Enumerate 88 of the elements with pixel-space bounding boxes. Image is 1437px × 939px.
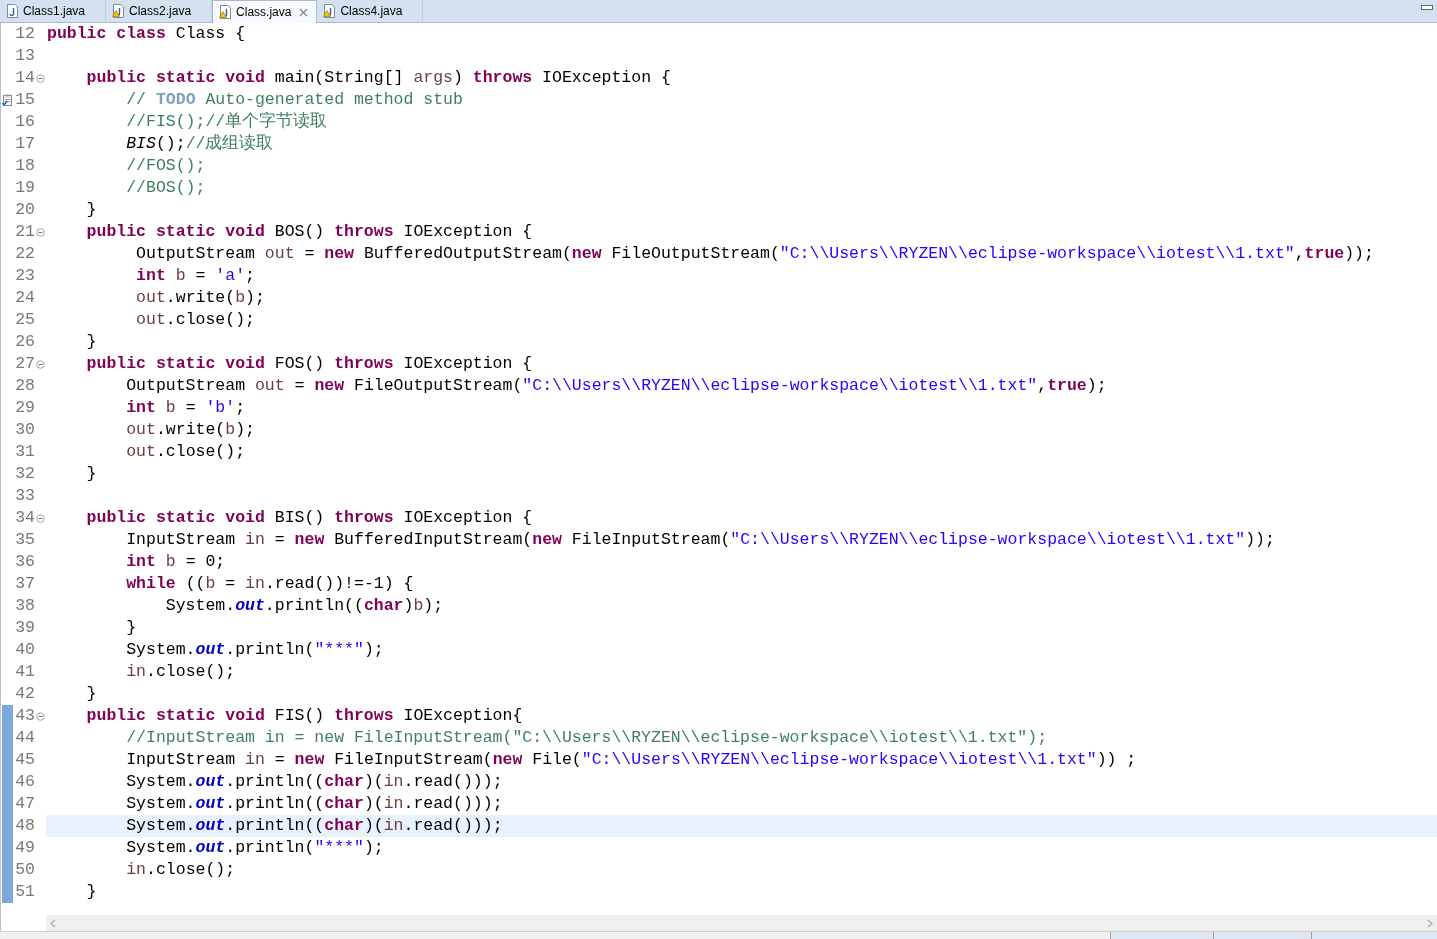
code-line: public static void BIS() throws IOException { <box>85 507 534 529</box>
code-line: BIS();//成组读取 <box>125 133 275 155</box>
line-number: 51 <box>14 881 35 903</box>
code-line: public static void BOS() throws IOException { <box>85 221 534 243</box>
editor-tab[interactable]: Class1.java <box>0 0 107 22</box>
code-line: OutputStream out = new BufferedOutputStream(new FileOutputStream("C:\\Users\\RYZEN\\eclipse-workspace\\iotest\\1.txt",true)); <box>135 243 1375 265</box>
code-line: in.close(); <box>125 859 237 881</box>
code-line: int b = 'b'; <box>125 397 247 419</box>
code-line: out.close(); <box>135 309 256 331</box>
code-line: } <box>85 683 98 705</box>
line-number: 32 <box>14 463 35 485</box>
collapse-icon[interactable] <box>36 513 45 523</box>
line-number: 26 <box>14 331 35 353</box>
collapse-icon[interactable] <box>36 711 45 721</box>
editor-tab[interactable]: Class.java <box>212 0 318 23</box>
line-number: 49 <box>14 837 35 859</box>
line-number: 24 <box>14 287 35 309</box>
minimize-button[interactable] <box>1421 5 1433 10</box>
code-line: int b = 'a'; <box>135 265 256 287</box>
code-line: //FOS(); <box>125 155 207 177</box>
code-line: System.out.println((char)(in.read())); <box>125 771 504 793</box>
line-number: 23 <box>14 265 35 287</box>
code-line: //InputStream in = new FileInputStream("C:\\Users\\RYZEN\\eclipse-workspace\\iotest\\1.txt"); <box>125 727 1049 749</box>
line-number: 30 <box>14 419 35 441</box>
line-number: 31 <box>14 441 35 463</box>
code-line: System.out.println((char)b); <box>164 595 445 617</box>
line-number: 34 <box>14 507 35 529</box>
line-number: 16 <box>14 111 35 133</box>
code-line: System.out.println("***"); <box>125 639 385 661</box>
code-line: //BOS(); <box>125 177 207 199</box>
line-number: 33 <box>14 485 35 507</box>
line-number: 15 <box>14 89 35 111</box>
line-number: 43 <box>14 705 35 727</box>
java-file-icon <box>6 4 19 18</box>
line-number: 22 <box>14 243 35 265</box>
code-line: out.close(); <box>125 441 247 463</box>
line-number: 36 <box>14 551 35 573</box>
line-number: 28 <box>14 375 35 397</box>
line-number: 37 <box>14 573 35 595</box>
line-number: 20 <box>14 199 35 221</box>
line-number: 48 <box>14 815 35 837</box>
line-number: 17 <box>14 133 35 155</box>
close-icon[interactable] <box>299 7 309 17</box>
line-number: 47 <box>14 793 35 815</box>
code-line: out.write(b); <box>125 419 256 441</box>
code-line: //FIS();//单个字节读取 <box>125 111 329 133</box>
collapse-icon[interactable] <box>36 227 45 237</box>
code-line: InputStream in = new FileInputStream(new File("C:\\Users\\RYZEN\\eclipse-workspace\\iotest\\1.txt")) ; <box>125 749 1138 771</box>
collapse-icon[interactable] <box>36 73 45 83</box>
code-line: public static void FIS() throws IOException{ <box>85 705 524 727</box>
code-line: } <box>85 331 98 353</box>
line-number: 19 <box>14 177 35 199</box>
code-line: in.close(); <box>125 661 237 683</box>
code-line: // TODO Auto-generated method stub <box>125 89 464 111</box>
line-number: 18 <box>14 155 35 177</box>
line-number: 42 <box>14 683 35 705</box>
code-line: } <box>125 617 138 639</box>
line-number: 46 <box>14 771 35 793</box>
line-number: 25 <box>14 309 35 331</box>
line-number: 29 <box>14 397 35 419</box>
code-line: System.out.println((char)(in.read())); <box>125 793 504 815</box>
code-line: InputStream in = new BufferedInputStream(new FileInputStream("C:\\Users\\RYZEN\\eclipse-workspace\\iotest\\1.txt")); <box>125 529 1276 551</box>
line-number: 12 <box>14 23 35 45</box>
collapse-icon[interactable] <box>36 359 45 369</box>
code-line: System.out.println("***"); <box>125 837 385 859</box>
line-number: 50 <box>14 859 35 881</box>
line-number: 39 <box>14 617 35 639</box>
code-line: } <box>85 199 98 221</box>
line-number: 13 <box>14 45 35 67</box>
editor-tab[interactable]: Class4.java <box>317 0 424 22</box>
line-number: 45 <box>14 749 35 771</box>
code-line: while ((b = in.read())!=-1) { <box>125 573 415 595</box>
code-line: } <box>85 881 98 903</box>
code-line: public static void main(String[] args) throws IOException { <box>85 67 672 89</box>
line-number: 14 <box>14 67 35 89</box>
code-line: int b = 0; <box>125 551 227 573</box>
code-line: public static void FOS() throws IOException { <box>85 353 534 375</box>
line-number: 38 <box>14 595 35 617</box>
line-number: 40 <box>14 639 35 661</box>
code-line: OutputStream out = new FileOutputStream("C:\\Users\\RYZEN\\eclipse-workspace\\iotest\\1.txt",true); <box>125 375 1108 397</box>
code-line: out.write(b); <box>135 287 266 309</box>
line-number: 35 <box>14 529 35 551</box>
code-line: } <box>85 463 98 485</box>
line-number: 27 <box>14 353 35 375</box>
code-line: public class Class { <box>46 23 247 45</box>
line-number: 44 <box>14 727 35 749</box>
line-number: 21 <box>14 221 35 243</box>
line-number: 41 <box>14 661 35 683</box>
